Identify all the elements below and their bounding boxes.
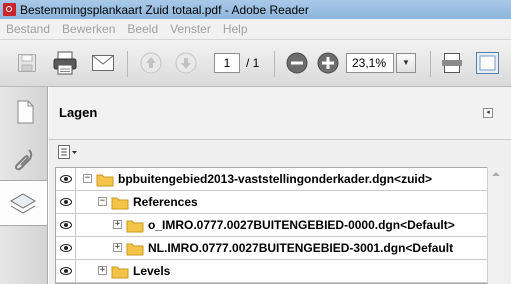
menu-bewerken[interactable]: Bewerken [62, 22, 115, 36]
toolbar-separator [127, 51, 128, 77]
expand-toggle[interactable]: + [113, 243, 122, 252]
scroll-up-arrow-icon[interactable] [492, 172, 500, 176]
layer-row[interactable]: − References [56, 191, 488, 214]
fit-width-icon[interactable] [475, 51, 511, 75]
fit-page-icon[interactable] [441, 52, 463, 74]
title-bar: Bestemmingsplankaart Zuid totaal.pdf - A… [0, 0, 511, 19]
eye-icon [60, 198, 72, 206]
layers-tab[interactable] [0, 180, 47, 226]
page-number-input[interactable]: 1 [214, 53, 240, 73]
zoom-out-icon[interactable] [286, 52, 308, 74]
layers-panel: Lagen ◂ − bpbuitengebied2013-vaststellin… [49, 87, 511, 284]
pages-icon[interactable] [9, 97, 39, 127]
layers-scrollbar[interactable] [487, 167, 505, 284]
window-title: Bestemmingsplankaart Zuid totaal.pdf - A… [20, 2, 309, 17]
layer-row[interactable]: + o_IMRO.0777.0027BUITENGEBIED-0000.dgn<… [56, 214, 488, 237]
panel-title: Lagen [59, 105, 98, 120]
layer-row[interactable]: + Levels [56, 260, 488, 283]
next-page-icon[interactable] [175, 52, 197, 74]
menu-help[interactable]: Help [223, 22, 248, 36]
visibility-cell[interactable] [56, 260, 76, 282]
toolbar: 1 / 1 23,1% ▼ [0, 40, 511, 87]
expand-toggle[interactable]: + [113, 220, 122, 229]
email-icon[interactable] [91, 54, 115, 72]
save-icon[interactable] [17, 53, 37, 73]
page-total: / 1 [246, 56, 260, 70]
eye-icon [60, 175, 72, 183]
collapse-toggle[interactable]: − [83, 174, 92, 183]
menu-bestand[interactable]: Bestand [6, 22, 50, 36]
visibility-cell[interactable] [56, 168, 76, 190]
layers-icon [10, 193, 36, 214]
folder-icon [111, 197, 129, 210]
layers-tree: − bpbuitengebied2013-vaststellingonderka… [55, 167, 488, 284]
visibility-cell[interactable] [56, 214, 76, 236]
layers-options-bar [49, 139, 511, 166]
eye-icon [60, 267, 72, 275]
collapse-panel-button[interactable]: ◂ [483, 108, 493, 118]
options-menu-icon[interactable] [57, 144, 79, 160]
folder-icon [126, 220, 144, 233]
zoom-input[interactable]: 23,1% [346, 53, 394, 73]
menu-beeld[interactable]: Beeld [127, 22, 158, 36]
folder-icon [96, 174, 114, 187]
layer-label: Levels [133, 264, 171, 278]
eye-icon [60, 244, 72, 252]
toolbar-separator [274, 51, 275, 77]
menu-venster[interactable]: Venster [170, 22, 211, 36]
layer-label: bpbuitengebied2013-vaststellingonderkade… [118, 172, 433, 186]
attachments-icon[interactable] [9, 144, 39, 174]
collapse-toggle[interactable]: − [98, 197, 107, 206]
visibility-cell[interactable] [56, 237, 76, 259]
layer-row[interactable]: − bpbuitengebied2013-vaststellingonderka… [56, 168, 488, 191]
zoom-in-icon[interactable] [317, 52, 339, 74]
menu-bar: Bestand Bewerken Beeld Venster Help [0, 19, 511, 40]
previous-page-icon[interactable] [140, 52, 162, 74]
visibility-cell[interactable] [56, 191, 76, 213]
expand-toggle[interactable]: + [98, 266, 107, 275]
adobe-reader-icon [3, 3, 16, 16]
print-icon[interactable] [52, 50, 78, 76]
layer-row[interactable]: + NL.IMRO.0777.0027BUITENGEBIED-3001.dgn… [56, 237, 488, 260]
folder-icon [111, 266, 129, 279]
toolbar-separator [430, 51, 431, 77]
layer-label: References [133, 195, 198, 209]
navigation-pane [0, 87, 48, 284]
layers-panel-header: Lagen ◂ [49, 87, 511, 139]
folder-icon [126, 243, 144, 256]
zoom-dropdown-button[interactable]: ▼ [396, 53, 416, 73]
eye-icon [60, 221, 72, 229]
layer-label: o_IMRO.0777.0027BUITENGEBIED-0000.dgn<De… [148, 218, 455, 232]
layer-label: NL.IMRO.0777.0027BUITENGEBIED-3001.dgn<D… [148, 241, 454, 255]
